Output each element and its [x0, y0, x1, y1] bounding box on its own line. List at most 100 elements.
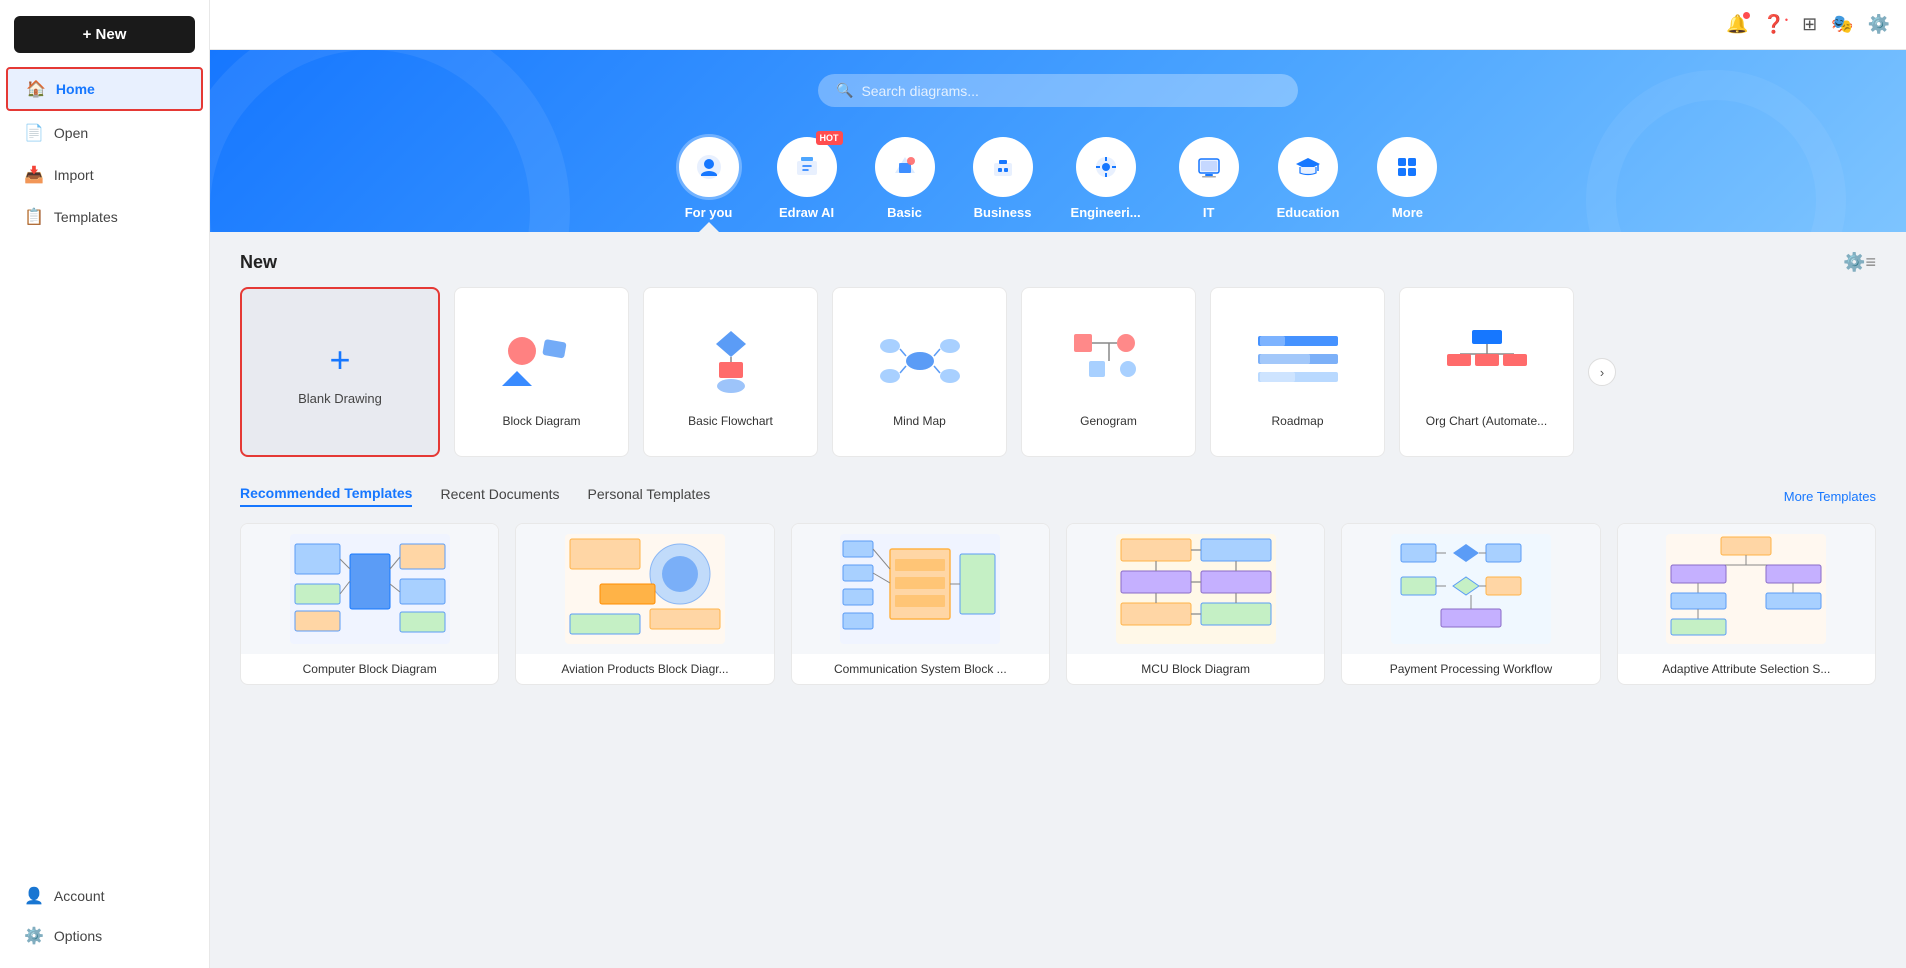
new-button[interactable]: + New [14, 16, 195, 53]
main-content: 🔔 ❓• ⊞ 🎭 ⚙️ 🔍 For you HOT [210, 0, 1906, 968]
rec-card-mcu-block[interactable]: MCU Block Diagram [1066, 523, 1325, 685]
home-icon: 🏠 [26, 79, 46, 99]
sidebar-item-templates[interactable]: 📋 Templates [6, 197, 203, 237]
cat-tab-it[interactable]: IT [1169, 129, 1249, 232]
content-area: New ⚙️≡ + Blank Drawing Block Diagram [210, 232, 1906, 968]
settings-icon[interactable]: ⚙️ [1868, 14, 1890, 35]
edraw-ai-icon-circle: HOT [777, 137, 837, 197]
cat-label-it: IT [1203, 205, 1215, 220]
cat-label-engineering: Engineeri... [1071, 205, 1141, 220]
help-icon[interactable]: ❓• [1762, 14, 1788, 35]
sidebar-item-home[interactable]: 🏠 Home [6, 67, 203, 111]
cat-tab-edraw-ai[interactable]: HOT Edraw AI [767, 129, 847, 232]
settings-layout-icon[interactable]: ⚙️≡ [1843, 252, 1876, 273]
new-section-header: New ⚙️≡ [240, 252, 1876, 273]
block-diagram-preview [492, 316, 592, 406]
sidebar-label-templates: Templates [54, 209, 118, 225]
rec-card-payment-processing[interactable]: Payment Processing Workflow [1341, 523, 1600, 685]
computer-block-preview [241, 524, 498, 654]
cat-tab-basic[interactable]: Basic [865, 129, 945, 232]
sidebar-item-account[interactable]: 👤 Account [6, 876, 203, 916]
profile-icon[interactable]: 🎭 [1831, 14, 1853, 35]
it-icon-circle [1179, 137, 1239, 197]
template-card-mind-map[interactable]: Mind Map [832, 287, 1007, 457]
roadmap-preview [1248, 316, 1348, 406]
cat-label-for-you: For you [685, 205, 733, 220]
scroll-right-button[interactable]: › [1588, 358, 1616, 386]
education-icon-circle [1278, 137, 1338, 197]
notification-icon[interactable]: 🔔 [1726, 14, 1748, 35]
new-section-title: New [240, 252, 277, 273]
search-icon: 🔍 [836, 82, 853, 99]
genogram-preview [1059, 316, 1159, 406]
roadmap-label: Roadmap [1271, 414, 1323, 428]
hot-badge: HOT [816, 131, 843, 145]
blank-drawing-card[interactable]: + Blank Drawing [240, 287, 440, 457]
cat-tab-engineering[interactable]: Engineeri... [1061, 129, 1151, 232]
tab-recent[interactable]: Recent Documents [440, 486, 559, 506]
communication-block-title: Communication System Block ... [792, 654, 1049, 684]
cat-label-education: Education [1277, 205, 1340, 220]
template-card-genogram[interactable]: Genogram [1021, 287, 1196, 457]
tab-personal[interactable]: Personal Templates [588, 486, 711, 506]
sidebar-item-import[interactable]: 📥 Import [6, 155, 203, 195]
mind-map-label: Mind Map [893, 414, 946, 428]
rec-card-computer-block[interactable]: Computer Block Diagram [240, 523, 499, 685]
sidebar: + New 🏠 Home 📄 Open 📥 Import 📋 Templates… [0, 0, 210, 968]
sidebar-nav: 🏠 Home 📄 Open 📥 Import 📋 Templates [0, 65, 209, 864]
options-icon: ⚙️ [24, 926, 44, 946]
mcu-block-preview [1067, 524, 1324, 654]
cat-tab-more[interactable]: More [1367, 129, 1447, 232]
recommended-section: Recommended Templates Recent Documents P… [240, 485, 1876, 685]
sidebar-label-home: Home [56, 81, 95, 97]
genogram-label: Genogram [1080, 414, 1137, 428]
mind-map-preview [870, 316, 970, 406]
cat-label-more: More [1392, 205, 1423, 220]
cat-label-business: Business [974, 205, 1032, 220]
template-card-basic-flowchart[interactable]: Basic Flowchart [643, 287, 818, 457]
open-icon: 📄 [24, 123, 44, 143]
payment-processing-preview [1342, 524, 1599, 654]
import-icon: 📥 [24, 165, 44, 185]
tab-recommended[interactable]: Recommended Templates [240, 485, 412, 507]
rec-card-communication-block[interactable]: Communication System Block ... [791, 523, 1050, 685]
business-icon-circle [973, 137, 1033, 197]
topbar: 🔔 ❓• ⊞ 🎭 ⚙️ [210, 0, 1906, 50]
mcu-block-title: MCU Block Diagram [1067, 654, 1324, 684]
search-input[interactable] [861, 83, 1280, 99]
recommended-cards-row: Computer Block Diagram [240, 523, 1876, 685]
more-templates-link[interactable]: More Templates [1784, 489, 1876, 504]
search-bar[interactable]: 🔍 [818, 74, 1298, 107]
more-icon-circle [1377, 137, 1437, 197]
sidebar-label-import: Import [54, 167, 94, 183]
blank-drawing-label: Blank Drawing [298, 391, 382, 406]
payment-processing-title: Payment Processing Workflow [1342, 654, 1599, 684]
apps-icon[interactable]: ⊞ [1802, 14, 1817, 35]
rec-card-aviation-block[interactable]: Aviation Products Block Diagr... [515, 523, 774, 685]
category-tabs: For you HOT Edraw AI Basic [629, 129, 1488, 232]
new-templates-row: + Blank Drawing Block Diagram [240, 287, 1876, 457]
template-card-org-chart[interactable]: Org Chart (Automate... [1399, 287, 1574, 457]
aviation-block-preview [516, 524, 773, 654]
aviation-block-title: Aviation Products Block Diagr... [516, 654, 773, 684]
template-card-roadmap[interactable]: Roadmap [1210, 287, 1385, 457]
cat-tab-business[interactable]: Business [963, 129, 1043, 232]
cat-tab-for-you[interactable]: For you [669, 129, 749, 232]
block-diagram-label: Block Diagram [502, 414, 580, 428]
basic-icon-circle [875, 137, 935, 197]
cat-tab-education[interactable]: Education [1267, 129, 1350, 232]
account-icon: 👤 [24, 886, 44, 906]
plus-icon: + [329, 339, 350, 381]
cat-label-basic: Basic [887, 205, 922, 220]
basic-flowchart-label: Basic Flowchart [688, 414, 773, 428]
sidebar-item-options[interactable]: ⚙️ Options [6, 916, 203, 956]
sidebar-item-open[interactable]: 📄 Open [6, 113, 203, 153]
adaptive-attribute-preview [1618, 524, 1875, 654]
computer-block-title: Computer Block Diagram [241, 654, 498, 684]
template-card-block-diagram[interactable]: Block Diagram [454, 287, 629, 457]
org-chart-preview [1437, 316, 1537, 406]
rec-card-adaptive-attribute[interactable]: Adaptive Attribute Selection S... [1617, 523, 1876, 685]
org-chart-label: Org Chart (Automate... [1426, 414, 1547, 428]
engineering-icon-circle [1076, 137, 1136, 197]
sidebar-label-account: Account [54, 888, 105, 904]
